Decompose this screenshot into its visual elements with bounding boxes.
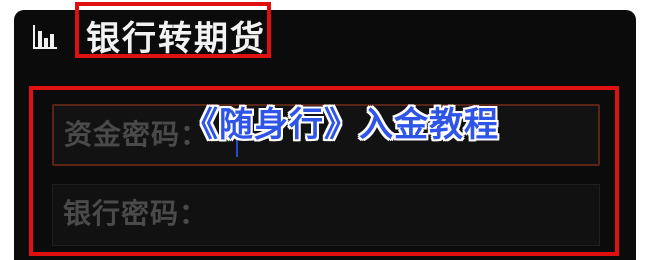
bank-password-placeholder: 银行密码：: [63, 197, 209, 230]
tutorial-caption: 《随身行》入金教程: [184, 105, 499, 145]
page-title: 银行转期货: [86, 19, 266, 59]
bar-chart-icon: [32, 24, 58, 50]
bank-password-field[interactable]: 银行密码：: [52, 184, 600, 246]
